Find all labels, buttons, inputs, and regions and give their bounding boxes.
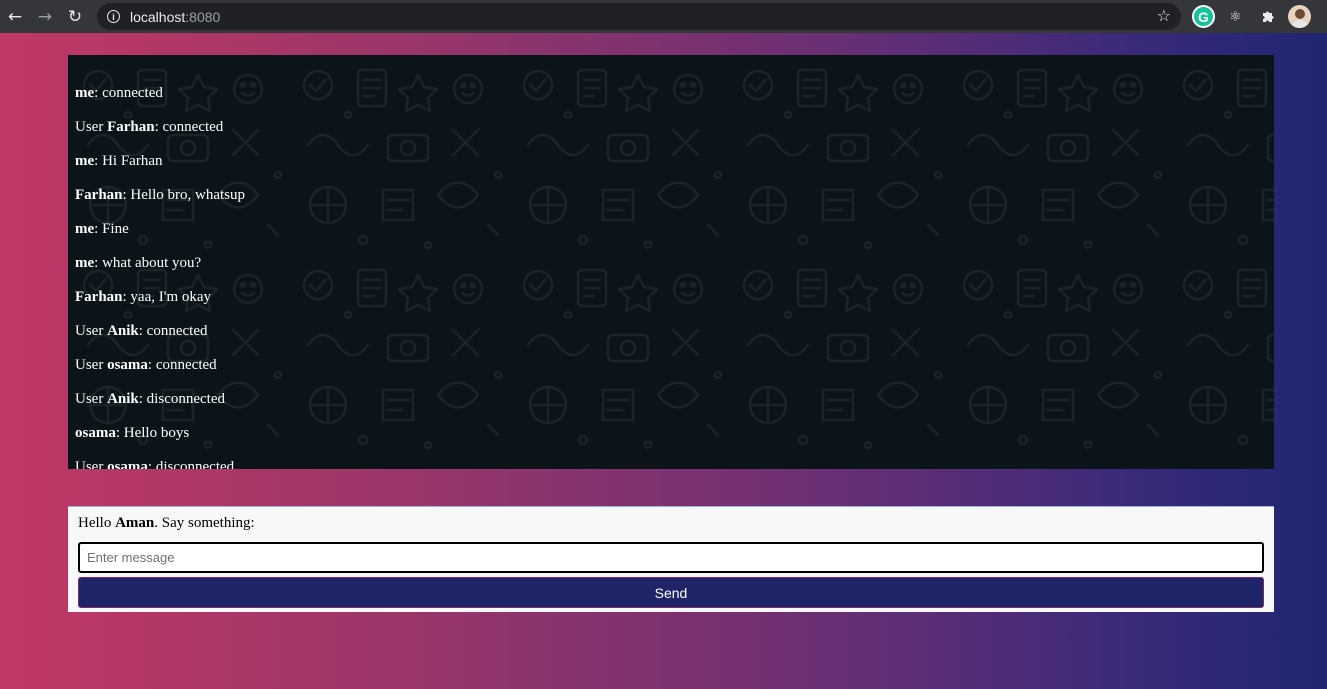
send-button[interactable]: Send [78,577,1264,608]
message-text: : connected [94,85,163,101]
message-text: : what about you? [94,255,202,271]
browser-toolbar: ← → ↻ i localhost:8080 ☆ G ⚛ [0,0,1327,33]
message-text: : connected [154,119,224,135]
message-text: : Hi Farhan [94,153,163,169]
message-sender: Anik [107,391,139,407]
message-sender: me [75,153,95,169]
message-text: : yaa, I'm okay [122,289,212,305]
message-prefix: User [75,119,108,135]
message-text: : connected [147,357,217,373]
chat-message: User Anik: disconnected [75,382,1267,416]
message-sender: Farhan [75,289,123,305]
profile-avatar[interactable] [1288,5,1311,28]
message-sender: me [75,255,95,271]
chat-message: me: connected [75,76,1267,110]
message-text: : connected [138,323,208,339]
grammarly-icon[interactable]: G [1192,5,1215,28]
message-prefix: User [75,391,108,407]
extensions-icon[interactable] [1256,5,1279,28]
avatar-face [1294,9,1305,19]
message-text: : Hello boys [115,425,190,441]
chat-message: User osama: connected [75,348,1267,382]
message-text: : disconnected [138,391,225,407]
message-text: : disconnected [147,459,235,469]
url-port: :8080 [185,8,221,25]
message-input[interactable] [78,542,1264,573]
chat-messages-panel[interactable]: me: connected User Farhan: connected me: H… [68,55,1274,469]
chat-message: Farhan: Hello bro, whatsup [75,178,1267,212]
message-prefix: User [75,357,108,373]
site-info-icon[interactable]: i [107,10,120,23]
forward-icon[interactable]: → [30,2,60,32]
bookmark-star-icon[interactable]: ☆ [1157,6,1171,25]
message-sender: me [75,85,95,101]
message-sender: Anik [107,323,139,339]
current-username: Aman [115,515,155,531]
message-sender: osama [107,357,148,373]
message-prefix: User [75,459,108,469]
message-sender: me [75,221,95,237]
url-host: localhost [130,8,186,25]
chat-message: me: what about you? [75,246,1267,280]
chat-message: me: Fine [75,212,1267,246]
back-icon[interactable]: ← [0,2,30,32]
chat-message: User Farhan: connected [75,110,1267,144]
address-bar[interactable]: i localhost:8080 ☆ [97,3,1181,30]
message-list: me: connected User Farhan: connected me: H… [68,55,1274,469]
avatar-shirt [1290,20,1309,28]
reload-icon[interactable]: ↻ [60,2,90,32]
greeting-suffix: . Say something: [154,515,255,531]
message-form: Hello Aman. Say something: Send [68,506,1274,612]
message-sender: Farhan [107,119,155,135]
react-devtools-icon[interactable]: ⚛ [1224,5,1247,28]
message-sender: osama [75,425,116,441]
greeting-prefix: Hello [78,515,116,531]
page-background: me: connected User Farhan: connected me: H… [0,33,1327,689]
url-text: localhost:8080 [130,9,220,25]
chat-message: User Anik: connected [75,314,1267,348]
chat-message: me: Hi Farhan [75,144,1267,178]
chat-message: Farhan: yaa, I'm okay [75,280,1267,314]
chat-message: osama: Hello boys [75,416,1267,450]
chat-message: User osama: disconnected [75,450,1267,469]
message-prefix: User [75,323,108,339]
message-sender: osama [107,459,148,469]
message-text: : Hello bro, whatsup [122,187,245,203]
message-text: : Fine [94,221,129,237]
message-sender: Farhan [75,187,123,203]
greeting-text: Hello Aman. Say something: [78,514,1264,534]
